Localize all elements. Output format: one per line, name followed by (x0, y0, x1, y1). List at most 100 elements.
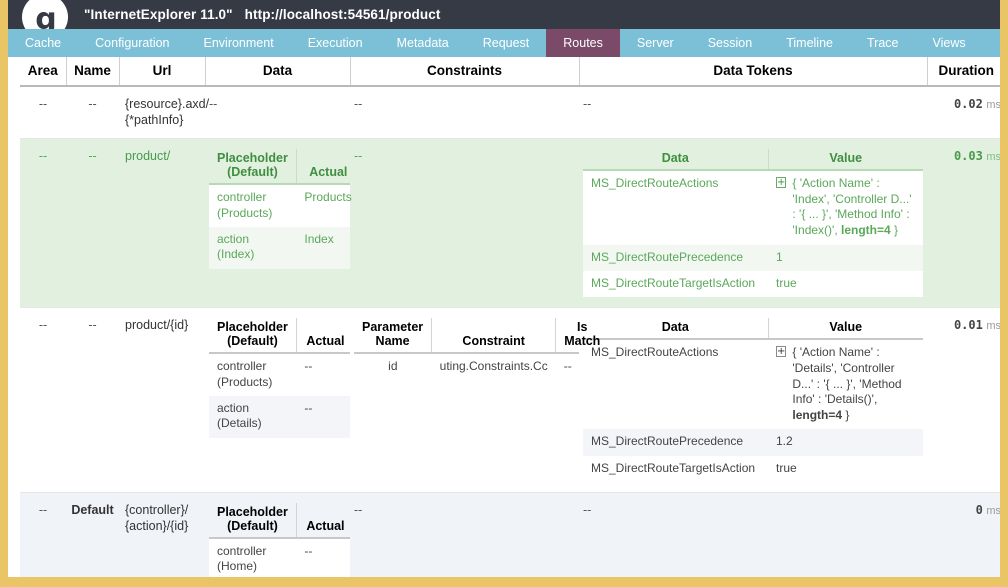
placeholder-name: controller (Home) (209, 538, 297, 577)
duration-value: 0.02 (953, 97, 983, 111)
titlebar: g "InternetExplorer 11.0" http://localhos… (8, 0, 1000, 29)
placeholder-actual: -- (296, 353, 354, 397)
cell-data-tokens: Data Value MS_DirectRouteActions + {'Ac… (579, 138, 927, 309)
routes-table-area: Area Name Url Data Constraints Data Toke… (8, 57, 1000, 577)
url-line-1: {resource}.axd/ (125, 97, 210, 111)
token-row: MS_DirectRouteActions + { 'Action Name' … (583, 170, 923, 245)
token-value: + { 'Action Name' : 'Index', 'Controller… (768, 170, 923, 245)
table-row[interactable]: -- -- {resource}.axd/ {*pathInfo} -- -- … (20, 86, 1000, 140)
col-area: Area (20, 57, 67, 87)
token-name: MS_DirectRouteTargetIsAction (583, 455, 768, 483)
tab-server[interactable]: Server (620, 29, 691, 57)
logo-glyph: g (35, 2, 57, 30)
duration-value: 0.01 (953, 318, 983, 333)
cell-area: -- (20, 138, 66, 309)
col-name: Name (66, 57, 120, 87)
routes-table-body: -- -- {resource}.axd/ {*pathInfo} -- -- … (20, 86, 1000, 577)
tab-configuration[interactable]: Configuration (78, 29, 186, 57)
url-line-1: product/{id} (125, 318, 189, 333)
subcol-constraint: Constraint (431, 318, 557, 355)
cell-duration: 0.01 ms (927, 307, 1000, 494)
url-line-2: {*pathInfo} (125, 112, 184, 127)
placeholder-row: action (Index) Index (209, 226, 360, 269)
token-name: MS_DirectRouteActions (583, 339, 768, 430)
cell-name: -- (66, 86, 119, 140)
url-line-1: {controller}/ (125, 503, 189, 518)
cell-area: -- (20, 307, 66, 494)
subcol-actual: Actual (296, 318, 354, 355)
tab-timeline[interactable]: Timeline (769, 29, 850, 57)
cell-area: -- (20, 86, 66, 140)
constraint-row: id uting.Constraints.Cc -- (354, 353, 609, 381)
table-row[interactable]: -- -- product/ Placeholder (Default) Act… (20, 138, 1000, 309)
token-value: true (768, 455, 923, 483)
placeholder-subtable: Placeholder (Default) Actual controller (P… (209, 149, 360, 269)
placeholder-name: action (Index) (209, 226, 297, 269)
tab-views[interactable]: Views (915, 29, 982, 57)
subcol-token-data: Data (583, 149, 769, 172)
browser-name: "InternetExplorer 11.0" (84, 7, 233, 22)
token-row: MS_DirectRouteTargetIsAction true (583, 270, 923, 298)
tab-metadata[interactable]: Metadata (380, 29, 466, 57)
cell-constraints: -- (350, 86, 579, 140)
tab-execution[interactable]: Execution (291, 29, 380, 57)
cell-url: product/{id} (119, 307, 205, 494)
cell-duration: 0 ms (927, 492, 1000, 577)
duration-unit: ms (986, 505, 1000, 518)
expand-plus-icon[interactable]: + (776, 346, 787, 358)
page-url: http://localhost:54561/product (244, 7, 441, 22)
placeholder-name: action (Details) (209, 396, 297, 438)
token-row: MS_DirectRoutePrecedence 1 (583, 244, 923, 271)
app-frame: g "InternetExplorer 11.0" http://localhos… (0, 0, 1008, 587)
placeholder-row: controller (Products) Products (209, 184, 360, 227)
token-name: MS_DirectRouteActions (583, 170, 768, 245)
cell-data-tokens: -- (579, 492, 927, 577)
col-constraints: Constraints (350, 57, 580, 87)
duration-unit: ms (986, 151, 1000, 164)
window-title: "InternetExplorer 11.0" http://localhost:… (84, 7, 440, 22)
cell-duration: 0.03 ms (927, 138, 1000, 309)
expand-plus-icon[interactable]: + (776, 177, 787, 189)
subcol-parameter-name: Parameter Name (354, 318, 433, 355)
tab-environment[interactable]: Environment (187, 29, 291, 57)
subcol-token-data: Data (583, 318, 769, 341)
token-row: MS_DirectRoutePrecedence 1.2 (583, 429, 923, 456)
token-value-bold: length=4 (841, 223, 891, 238)
tokens-subtable: Data Value MS_DirectRouteActions + {'Ac… (583, 318, 923, 483)
duration-value: 0 (975, 503, 983, 518)
cell-data: Placeholder (Default) Actual controller (P… (205, 138, 360, 309)
app-window: g "InternetExplorer 11.0" http://localhos… (8, 0, 1000, 577)
cell-constraints: -- (350, 138, 579, 309)
tab-trace[interactable]: Trace (850, 29, 916, 57)
placeholder-row: action (Details) -- (209, 396, 354, 438)
cell-url: {controller}/ {action}/{id} (119, 492, 205, 577)
cell-url: {resource}.axd/ {*pathInfo} (119, 86, 210, 140)
tab-routes[interactable]: Routes (546, 29, 620, 57)
placeholder-name: controller (Products) (209, 353, 297, 397)
cell-url: product/ (119, 138, 205, 309)
token-value-tail: } (842, 407, 850, 422)
tab-request[interactable]: Request (466, 29, 547, 57)
tab-session[interactable]: Session (691, 29, 769, 57)
routes-table: Area Name Url Data Constraints Data Toke… (20, 57, 1000, 577)
col-data: Data (205, 57, 351, 87)
cell-name: Default (66, 492, 119, 577)
token-value-text: { 'Action Name' : 'Details', 'Controller… (792, 345, 902, 407)
constraint-value: uting.Constraints.Cc (431, 353, 556, 381)
tab-cache[interactable]: Cache (8, 29, 78, 57)
constraints-subtable: Parameter Name Constraint Is Match id ut… (354, 318, 609, 381)
tabbar[interactable]: Cache Configuration Environment Executio… (8, 29, 1000, 57)
url-line-1: product/ (125, 149, 171, 164)
subcol-placeholder: Placeholder (Default) (209, 318, 297, 355)
token-name: MS_DirectRoutePrecedence (583, 429, 768, 456)
table-row[interactable]: -- Default {controller}/ {action}/{id} P… (20, 492, 1000, 577)
duration-unit: ms (986, 99, 1000, 111)
glimpse-logo-icon: g (22, 0, 68, 29)
table-row[interactable]: -- -- product/{id} Placeholder(Default) (20, 307, 1000, 494)
cell-constraints: Parameter Name Constraint Is Match id ut… (350, 307, 609, 494)
routes-header-row: Area Name Url Data Constraints Data Toke… (20, 57, 1000, 87)
placeholder-row: controller (Home) -- (209, 538, 354, 577)
token-value: 1 (768, 244, 923, 271)
placeholder-subtable: Placeholder (Default) Actual controller (P… (209, 318, 354, 438)
placeholder-name: controller (Products) (209, 184, 297, 227)
